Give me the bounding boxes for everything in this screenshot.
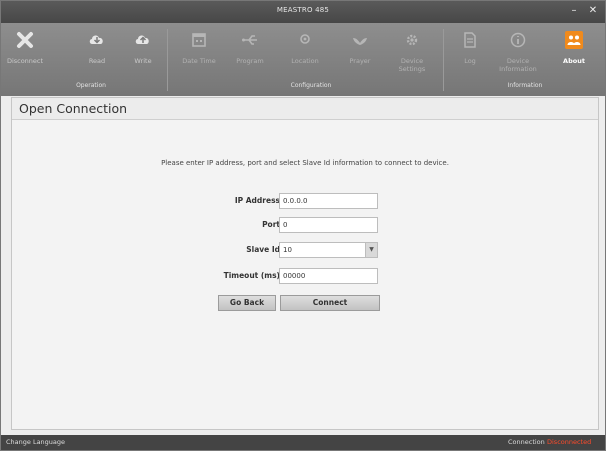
timeout-row: Timeout (ms) 00000 (12, 268, 598, 284)
write-button[interactable]: Write (122, 31, 164, 77)
location-pin-icon (300, 34, 310, 44)
ip-address-input[interactable]: 0.0.0.0 (279, 193, 378, 209)
connect-button[interactable]: Connect (280, 295, 380, 311)
log-button[interactable]: Log (449, 31, 491, 77)
cloud-download-icon (89, 35, 103, 44)
go-back-button[interactable]: Go Back (218, 295, 276, 311)
timeout-label: Timeout (ms) (223, 271, 280, 280)
group-label-information: Information (507, 82, 543, 89)
usb-icon (242, 35, 257, 45)
gear-icon (406, 34, 418, 46)
status-bar: Change Language Connection Disconnected (1, 435, 605, 450)
connection-label: Connection (508, 438, 545, 446)
chevron-down-icon[interactable]: ▼ (365, 243, 377, 257)
instruction-text: Please enter IP address, port and select… (161, 159, 449, 167)
slave-id-select[interactable]: 10 ▼ (279, 242, 378, 258)
group-label-configuration: Configuration (290, 82, 332, 89)
ribbon-separator (167, 29, 168, 91)
port-input[interactable]: 0 (279, 217, 378, 233)
change-language-link[interactable]: Change Language (6, 438, 65, 446)
prayer-hands-icon (353, 38, 367, 45)
open-connection-panel: Open Connection Please enter IP address,… (11, 97, 599, 430)
title-bar: MEASTRO 485 – ✕ (1, 1, 605, 23)
group-label-operation: Operation (76, 82, 106, 89)
datetime-button[interactable]: Date Time (178, 31, 220, 77)
info-icon (510, 32, 526, 48)
port-label: Port (262, 220, 280, 229)
prayer-button[interactable]: Prayer (339, 31, 381, 77)
read-button[interactable]: Read (76, 31, 118, 77)
ip-address-row: IP Address 0.0.0.0 (12, 193, 598, 209)
app-window: MEASTRO 485 – ✕ Disconnect Read Write Op… (0, 0, 606, 451)
connection-status: Disconnected (547, 438, 592, 446)
ip-address-label: IP Address (234, 196, 280, 205)
about-people-icon (565, 31, 583, 49)
ribbon-toolbar: Disconnect Read Write Operation Date Tim… (1, 23, 605, 96)
ribbon-separator (443, 29, 444, 91)
disconnect-button[interactable]: Disconnect (4, 31, 46, 77)
slave-id-label: Slave Id (246, 245, 280, 254)
device-settings-button[interactable]: Device Settings (391, 31, 433, 77)
program-button[interactable]: Program (229, 31, 271, 77)
panel-header: Open Connection (12, 98, 598, 120)
close-button[interactable]: ✕ (585, 4, 601, 18)
slave-id-value: 10 (283, 246, 292, 254)
panel-title: Open Connection (19, 101, 128, 116)
port-row: Port 0 (12, 217, 598, 233)
slave-id-row: Slave Id 10 ▼ (12, 242, 598, 258)
calendar-icon (192, 33, 206, 47)
document-icon (464, 32, 476, 48)
cloud-upload-icon (135, 35, 149, 44)
about-button[interactable]: About (553, 31, 595, 77)
device-information-button[interactable]: Device Information (497, 31, 539, 77)
timeout-input[interactable]: 00000 (279, 268, 378, 284)
close-x-icon (17, 32, 33, 48)
location-button[interactable]: Location (284, 31, 326, 77)
window-title: MEASTRO 485 (276, 6, 330, 14)
minimize-button[interactable]: – (566, 4, 582, 18)
